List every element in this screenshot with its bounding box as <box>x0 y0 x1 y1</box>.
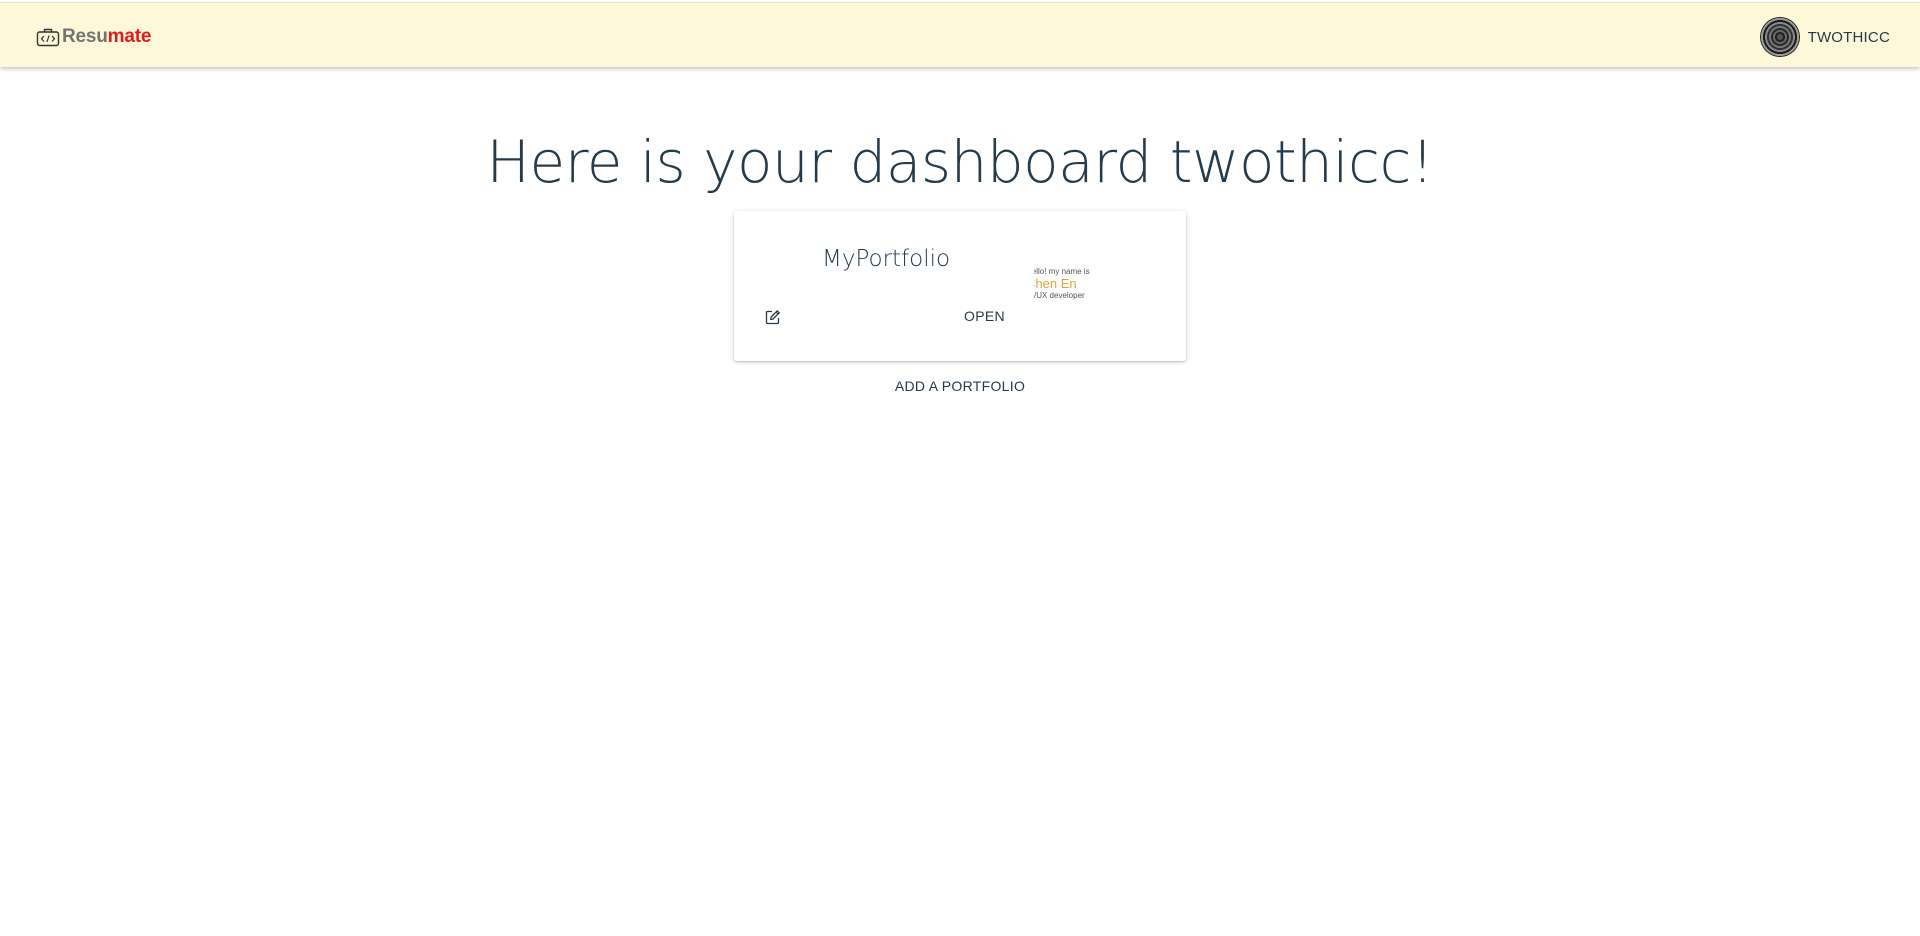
thumbnail-name: Chen En <box>1034 276 1077 291</box>
brand-name-part1: Resu <box>62 26 108 47</box>
portfolio-thumbnail[interactable]: Hello! my name is Chen En UI/UX develope… <box>1034 267 1106 309</box>
brand-name-part2: mate <box>107 26 152 47</box>
open-portfolio-button[interactable]: OPEN <box>964 308 1005 324</box>
top-navbar: Resumate TWOTHICC <box>0 2 1920 67</box>
add-portfolio-label[interactable]: ADD A PORTFOLIO <box>895 378 1025 394</box>
edit-icon[interactable] <box>765 309 781 325</box>
brand-name: Resumate <box>62 26 151 48</box>
page-title: Here is your dashboard twothicc! <box>486 128 1434 196</box>
username-label: TWOTHICC <box>1807 28 1890 46</box>
thumbnail-role: UI/UX developer <box>1034 291 1085 300</box>
thumbnail-content: Hello! my name is Chen En UI/UX develope… <box>1034 267 1106 301</box>
portfolio-card: MyPortfolio OPEN Hello! my name is Chen … <box>734 211 1186 361</box>
add-portfolio-button[interactable]: ADD A PORTFOLIO <box>0 378 1920 394</box>
portfolio-title: MyPortfolio <box>822 246 951 272</box>
code-briefcase-icon <box>36 28 60 47</box>
user-menu[interactable]: TWOTHICC <box>1760 17 1890 57</box>
avatar[interactable] <box>1760 18 1799 56</box>
brand-logo[interactable]: Resumate <box>36 23 151 51</box>
